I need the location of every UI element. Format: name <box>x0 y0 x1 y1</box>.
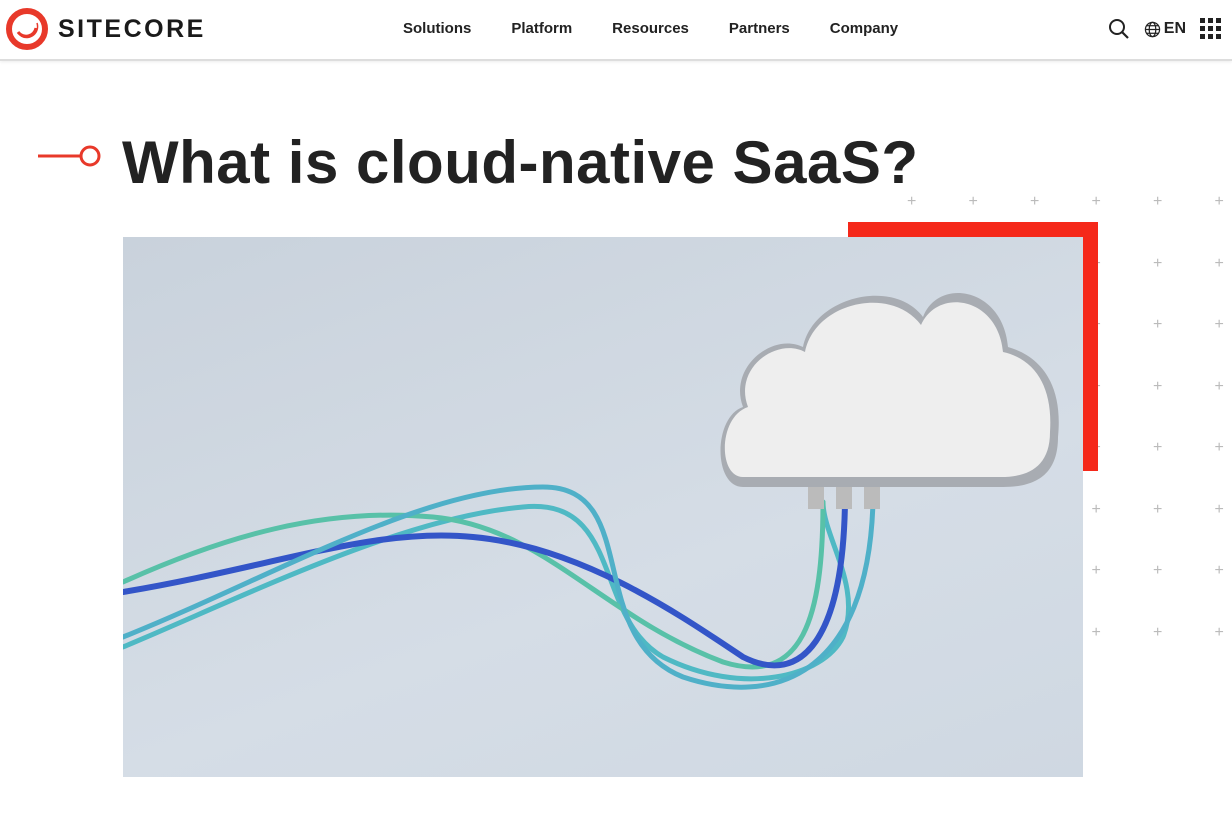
red-frame-accent-side <box>1083 222 1098 471</box>
plus-mark: + <box>1091 623 1101 641</box>
plus-mark: + <box>1214 500 1224 518</box>
nav-partners[interactable]: Partners <box>729 20 790 37</box>
plus-mark: + <box>1214 254 1224 272</box>
plus-mark: + <box>1091 562 1101 579</box>
plus-mark: + <box>968 193 978 210</box>
plus-mark: + <box>1153 316 1163 333</box>
plus-mark: + <box>1214 377 1224 395</box>
sitecore-logo-icon <box>6 8 48 50</box>
plus-mark: + <box>1214 193 1224 210</box>
plus-mark: + <box>1153 377 1163 395</box>
plus-mark: + <box>1214 316 1224 333</box>
plus-mark: + <box>1214 439 1224 456</box>
plus-mark: + <box>1091 500 1101 518</box>
main-nav: Solutions Platform Resources Partners Co… <box>403 20 938 37</box>
plus-mark: + <box>1030 193 1040 210</box>
red-frame-accent <box>848 222 1098 237</box>
nav-platform[interactable]: Platform <box>511 20 572 37</box>
brand-name: SITECORE <box>58 14 206 43</box>
nav-solutions[interactable]: Solutions <box>403 20 471 37</box>
plus-mark: + <box>1153 193 1163 210</box>
language-label: EN <box>1163 20 1186 37</box>
plus-mark: + <box>1153 562 1163 579</box>
globe-icon <box>1144 21 1160 37</box>
search-icon[interactable] <box>1108 18 1130 40</box>
header: SITECORE Solutions Platform Resources Pa… <box>0 0 1232 61</box>
plus-mark: + <box>1091 193 1101 210</box>
hero-image <box>120 237 1083 777</box>
plus-mark: + <box>1214 623 1224 641</box>
plus-mark: + <box>1153 254 1163 272</box>
plus-mark: + <box>907 193 917 210</box>
plus-mark: + <box>1214 562 1224 579</box>
nav-resources[interactable]: Resources <box>612 20 689 37</box>
sitecore-logo[interactable]: SITECORE <box>6 8 206 50</box>
title-accent-icon <box>38 145 101 167</box>
plus-mark: + <box>1153 439 1163 456</box>
plus-mark: + <box>1153 623 1163 641</box>
plus-mark: + <box>1153 500 1163 518</box>
page-title: What is cloud-native SaaS? <box>122 129 919 196</box>
nav-company[interactable]: Company <box>830 20 898 37</box>
grid-icon[interactable] <box>1200 18 1222 40</box>
cloud-cables-illustration <box>120 293 1059 690</box>
language-selector[interactable]: EN <box>1144 20 1186 38</box>
